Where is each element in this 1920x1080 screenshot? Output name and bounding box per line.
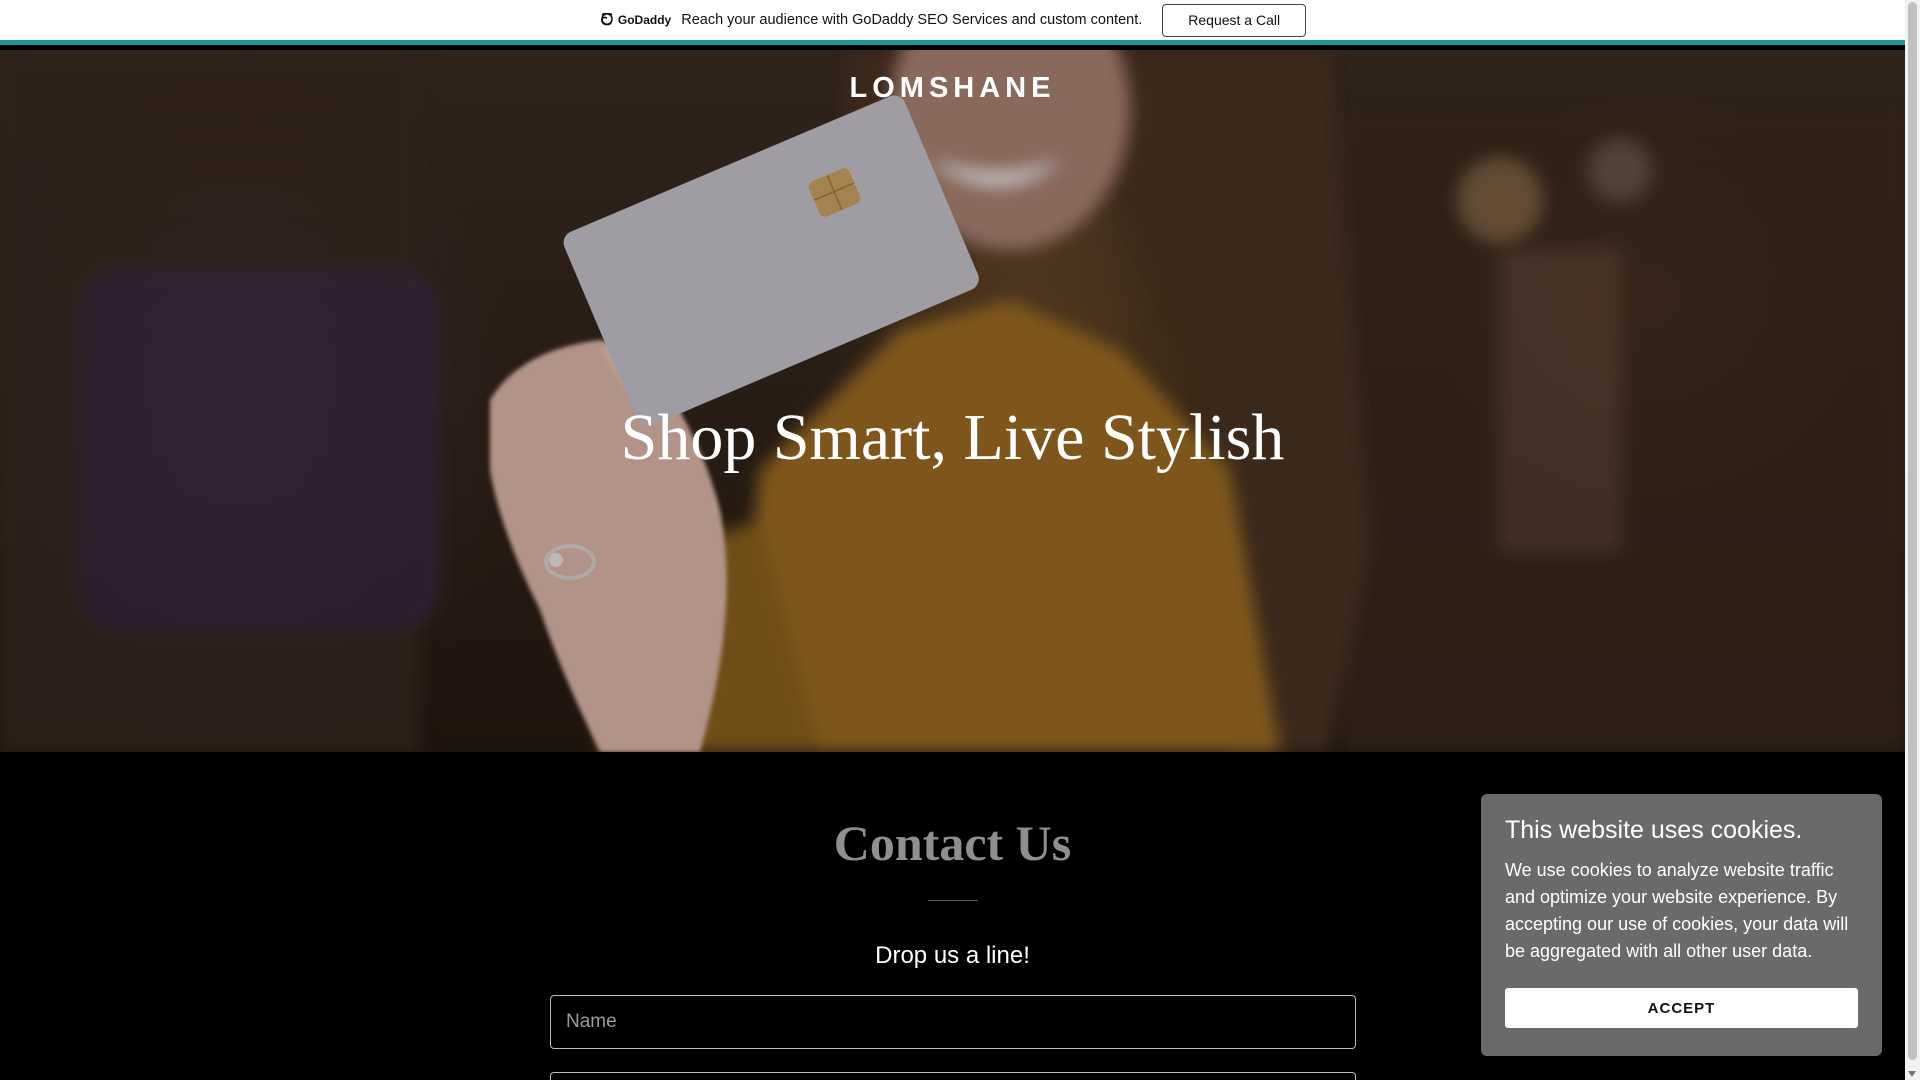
cookie-text: We use cookies to analyze website traffi… bbox=[1505, 860, 1849, 961]
accept-cookies-button[interactable]: ACCEPT bbox=[1505, 988, 1858, 1028]
scrollbar-thumb[interactable] bbox=[1908, 2, 1917, 1060]
cookie-title: This website uses cookies. bbox=[1505, 816, 1803, 844]
godaddy-logo: GoDaddy bbox=[599, 13, 671, 27]
hero-section: LOMSHANE Shop Smart, Live Stylish bbox=[0, 50, 1905, 752]
scroll-down-arrow-icon[interactable] bbox=[1908, 1071, 1916, 1077]
godaddy-logo-text: GoDaddy bbox=[617, 13, 672, 27]
site-brand[interactable]: LOMSHANE bbox=[0, 72, 1905, 105]
name-field[interactable] bbox=[550, 995, 1356, 1049]
email-field[interactable] bbox=[550, 1072, 1356, 1080]
cookie-banner: This website uses cookies. We use cookie… bbox=[1481, 794, 1882, 1056]
page-scrollbar[interactable] bbox=[1905, 0, 1920, 1080]
hero-title: Shop Smart, Live Stylish bbox=[620, 401, 1285, 474]
promo-bar: GoDaddy Reach your audience with GoDaddy… bbox=[0, 0, 1905, 45]
request-call-button[interactable]: Request a Call bbox=[1162, 3, 1307, 37]
contact-divider bbox=[928, 900, 978, 901]
promo-content: GoDaddy Reach your audience with GoDaddy… bbox=[599, 3, 1307, 37]
promo-message: Reach your audience with GoDaddy SEO Ser… bbox=[681, 12, 1143, 28]
godaddy-logo-icon bbox=[600, 13, 613, 26]
